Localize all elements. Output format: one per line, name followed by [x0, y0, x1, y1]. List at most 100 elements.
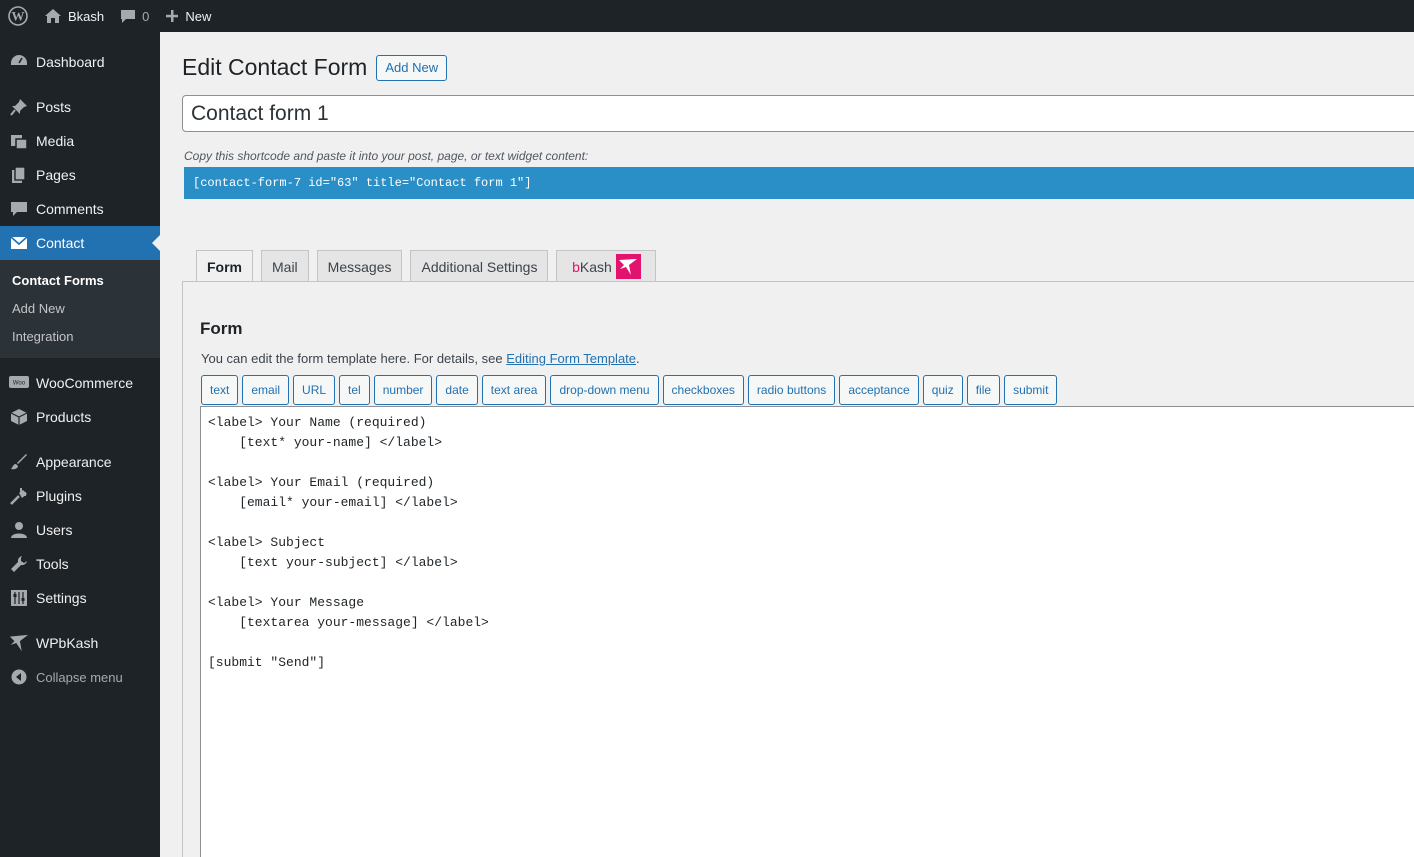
tab-form[interactable]: Form: [196, 250, 253, 283]
media-icon: [9, 131, 29, 151]
form-panel-description: You can edit the form template here. For…: [201, 351, 640, 366]
menu-label: Contact: [36, 235, 85, 251]
menu-contact[interactable]: Contact: [0, 226, 160, 260]
form-template-editor[interactable]: <label> Your Name (required) [text* your…: [200, 406, 1414, 857]
menu-label: Products: [36, 409, 92, 425]
tag-submit-button[interactable]: submit: [1004, 375, 1058, 405]
svg-text:Woo: Woo: [13, 381, 26, 387]
submenu-add-new[interactable]: Add New: [0, 294, 160, 322]
home-icon: [44, 8, 62, 24]
add-new-button[interactable]: Add New: [376, 54, 448, 81]
dashboard-icon: [9, 52, 29, 72]
collapse-arrow-icon: [9, 667, 29, 687]
menu-label: WPbKash: [36, 635, 99, 651]
menu-media[interactable]: Media: [0, 124, 160, 158]
menu-pages[interactable]: Pages: [0, 158, 160, 192]
menu-label: Dashboard: [36, 54, 105, 70]
comments-count: 0: [142, 8, 150, 24]
comment-icon: [120, 8, 136, 24]
bkash-tab-b: b: [572, 258, 580, 275]
menu-label: Tools: [36, 556, 69, 572]
collapse-label: Collapse menu: [36, 669, 123, 685]
mail-icon: [9, 233, 29, 253]
tag-email-button[interactable]: email: [242, 375, 290, 405]
menu-comments[interactable]: Comments: [0, 192, 160, 226]
tag-url-button[interactable]: URL: [293, 375, 336, 405]
tag-file-button[interactable]: file: [966, 375, 1001, 405]
menu-users[interactable]: Users: [0, 513, 160, 547]
menu-wpbkash[interactable]: WPbKash: [0, 626, 160, 660]
tag-tel-button[interactable]: tel: [339, 375, 370, 405]
woo-icon: Woo: [9, 373, 29, 393]
tag-acceptance-button[interactable]: acceptance: [839, 375, 919, 405]
new-content-link[interactable]: New: [157, 0, 219, 32]
form-title-input[interactable]: Contact form 1: [182, 95, 1414, 132]
contact-submenu: Contact Forms Add New Integration: [0, 260, 160, 358]
site-name-link[interactable]: Bkash: [36, 0, 112, 32]
menu-label: Users: [36, 522, 73, 538]
wordpress-logo-icon[interactable]: W: [0, 0, 36, 32]
form-panel-heading: Form: [200, 319, 243, 338]
plug-icon: [9, 486, 29, 506]
site-name: Bkash: [68, 8, 105, 24]
tag-textarea-button[interactable]: text area: [481, 375, 547, 405]
menu-plugins[interactable]: Plugins: [0, 479, 160, 513]
tag-generator-buttons: text email URL tel number date text area…: [201, 375, 1061, 405]
bkash-tab-kash: Kash: [579, 258, 612, 275]
menu-label: Settings: [36, 590, 87, 606]
menu-dashboard[interactable]: Dashboard: [0, 45, 160, 79]
page-header: Edit Contact Form Add New: [182, 54, 448, 81]
desc-text: You can edit the form template here. For…: [201, 351, 507, 366]
sliders-icon: [9, 588, 29, 608]
tab-additional-settings[interactable]: Additional Settings: [410, 250, 549, 282]
comments-link[interactable]: 0: [112, 0, 157, 32]
tag-checkboxes-button[interactable]: checkboxes: [662, 375, 744, 405]
menu-tools[interactable]: Tools: [0, 547, 160, 581]
user-icon: [9, 520, 29, 540]
tag-date-button[interactable]: date: [436, 375, 478, 405]
menu-woocommerce[interactable]: Woo WooCommerce: [0, 366, 160, 400]
submenu-contact-forms[interactable]: Contact Forms: [0, 266, 160, 294]
menu-label: Media: [36, 133, 75, 149]
tag-dropdown-button[interactable]: drop-down menu: [550, 375, 659, 405]
tag-radio-button[interactable]: radio buttons: [747, 375, 836, 405]
menu-label: Pages: [36, 167, 76, 183]
menu-label: WooCommerce: [36, 375, 133, 391]
tag-quiz-button[interactable]: quiz: [922, 375, 963, 405]
desc-suffix: .: [636, 351, 640, 366]
tab-messages[interactable]: Messages: [316, 250, 403, 282]
tab-bkash[interactable]: b Kash: [556, 250, 657, 282]
bird-icon: [9, 633, 29, 653]
menu-label: Comments: [36, 201, 104, 217]
pin-icon: [9, 97, 29, 117]
page-title: Edit Contact Form: [182, 54, 368, 80]
menu-appearance[interactable]: Appearance: [0, 445, 160, 479]
brush-icon: [9, 452, 29, 472]
new-label: New: [185, 8, 212, 24]
menu-posts[interactable]: Posts: [0, 90, 160, 124]
bkash-logo-icon: [615, 254, 641, 279]
collapse-menu-button[interactable]: Collapse menu: [0, 660, 160, 694]
submenu-integration[interactable]: Integration: [0, 322, 160, 350]
menu-products[interactable]: Products: [0, 400, 160, 434]
box-icon: [9, 407, 29, 427]
editor-tabs: Form Mail Messages Additional Settings b…: [196, 250, 664, 283]
menu-label: Posts: [36, 99, 72, 115]
comment-icon: [9, 199, 29, 219]
tab-mail[interactable]: Mail: [261, 250, 309, 282]
menu-label: Plugins: [36, 488, 82, 504]
pages-icon: [9, 165, 29, 185]
menu-settings[interactable]: Settings: [0, 581, 160, 615]
plus-icon: [165, 9, 179, 23]
menu-label: Appearance: [36, 454, 112, 470]
svg-text:W: W: [12, 9, 25, 24]
shortcode-field[interactable]: [contact-form-7 id="63" title="Contact f…: [184, 167, 1414, 199]
wrench-icon: [9, 554, 29, 574]
main-content: Edit Contact Form Add New Contact form 1…: [160, 32, 1414, 857]
tag-number-button[interactable]: number: [373, 375, 433, 405]
tag-text-button[interactable]: text: [201, 375, 239, 405]
admin-sidebar: Dashboard Posts Media Pages Comments Con…: [0, 32, 160, 857]
form-panel: Form You can edit the form template here…: [182, 281, 1414, 857]
editing-form-template-link[interactable]: Editing Form Template: [506, 351, 636, 366]
shortcode-help-text: Copy this shortcode and paste it into yo…: [184, 149, 589, 163]
